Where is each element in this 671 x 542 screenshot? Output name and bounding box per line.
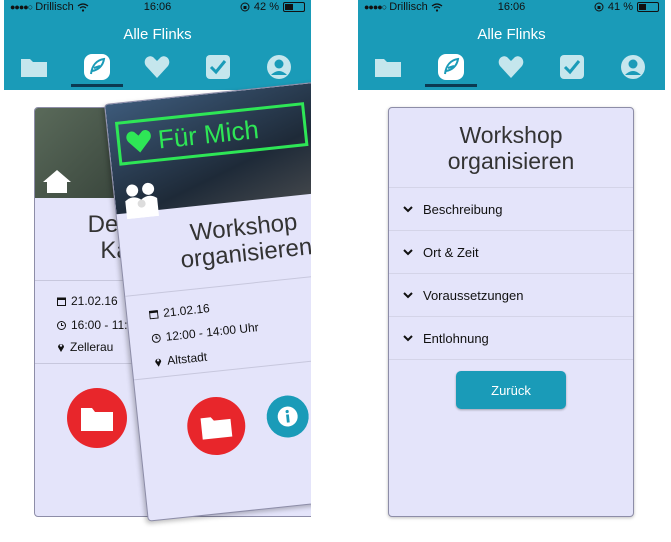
clock-icon: [57, 320, 66, 330]
tab-folder[interactable]: [370, 52, 406, 82]
location-pin-icon: [58, 344, 64, 352]
tab-leaf[interactable]: [71, 52, 123, 87]
tab-folder[interactable]: [16, 52, 52, 82]
folder-icon: [375, 59, 401, 77]
orientation-lock-icon: [240, 2, 250, 12]
heart-icon: [126, 130, 151, 153]
flink-detail-card: Workshop organisieren Beschreibung Ort &…: [388, 107, 634, 517]
tab-done[interactable]: [200, 52, 236, 82]
checkbox-icon: [206, 55, 230, 79]
folder-icon: [200, 417, 233, 440]
date-row: 21.02.16: [148, 301, 210, 321]
orientation-lock-icon: [594, 2, 604, 12]
back-button[interactable]: Zurück: [456, 371, 566, 409]
battery-icon: [283, 2, 305, 12]
checkbox-icon: [560, 55, 584, 79]
battery-percent: 42 %: [253, 1, 279, 13]
info-icon: [277, 406, 298, 427]
page-title: Alle Flinks: [123, 26, 192, 43]
user-icon: [621, 55, 645, 79]
date-row: 21.02.16: [57, 294, 118, 308]
chevron-down-icon: [403, 334, 413, 341]
tab-leaf[interactable]: [425, 52, 477, 87]
heart-icon: [144, 56, 170, 78]
calendar-icon: [57, 297, 66, 306]
battery-icon: [637, 2, 659, 12]
leaf-icon: [438, 54, 464, 80]
phone-screen-right: ●●●●○ Drillisch 16:06 41 % Alle Flinks W…: [358, 0, 665, 542]
tab-favorites[interactable]: [493, 52, 529, 82]
chevron-down-icon: [403, 291, 413, 298]
section-ort-zeit[interactable]: Ort & Zeit: [389, 230, 633, 273]
phone-screen-left: ●●●●○ Drillisch 16:06 42 % Alle Flinks 2…: [4, 0, 311, 542]
folder-button[interactable]: [67, 388, 127, 448]
family-icon: [125, 182, 159, 220]
card-title: Workshop organisieren: [447, 122, 575, 174]
section-beschreibung[interactable]: Beschreibung: [389, 187, 633, 230]
time-row: 16:00 - 11:: [57, 318, 127, 332]
time-row: 12:00 - 14:00 Uhr: [151, 320, 259, 345]
section-voraussetzungen[interactable]: Voraussetzungen: [389, 273, 633, 316]
chevron-down-icon: [403, 205, 413, 212]
tab-favorites[interactable]: [139, 52, 175, 82]
leaf-icon: [84, 54, 110, 80]
user-icon: [267, 55, 291, 79]
section-entlohnung[interactable]: Entlohnung: [389, 316, 633, 359]
chevron-down-icon: [403, 248, 413, 255]
tab-profile[interactable]: [261, 52, 297, 82]
card-title: Workshop organisieren: [179, 208, 311, 274]
location-pin-icon: [155, 358, 162, 367]
house-icon: [43, 170, 71, 193]
nav-bar: Alle Flinks: [4, 16, 311, 90]
heart-icon: [498, 56, 524, 78]
tab-profile[interactable]: [615, 52, 651, 82]
place-row: Altstadt: [154, 350, 208, 369]
nav-bar: Alle Flinks: [358, 16, 665, 90]
place-row: Zellerau: [57, 340, 113, 354]
folder-icon: [21, 59, 47, 77]
tab-done[interactable]: [554, 52, 590, 82]
battery-percent: 41 %: [607, 1, 633, 13]
tab-bar: [358, 50, 665, 88]
calendar-icon: [148, 309, 159, 319]
tab-bar: [4, 50, 311, 88]
page-title: Alle Flinks: [477, 26, 546, 43]
folder-icon: [81, 408, 113, 431]
clock-icon: [151, 333, 161, 343]
status-bar: ●●●●○ Drillisch 16:06 41 %: [358, 0, 665, 16]
info-button[interactable]: [264, 393, 311, 440]
folder-button[interactable]: [184, 394, 249, 458]
status-bar: ●●●●○ Drillisch 16:06 42 %: [4, 0, 311, 16]
